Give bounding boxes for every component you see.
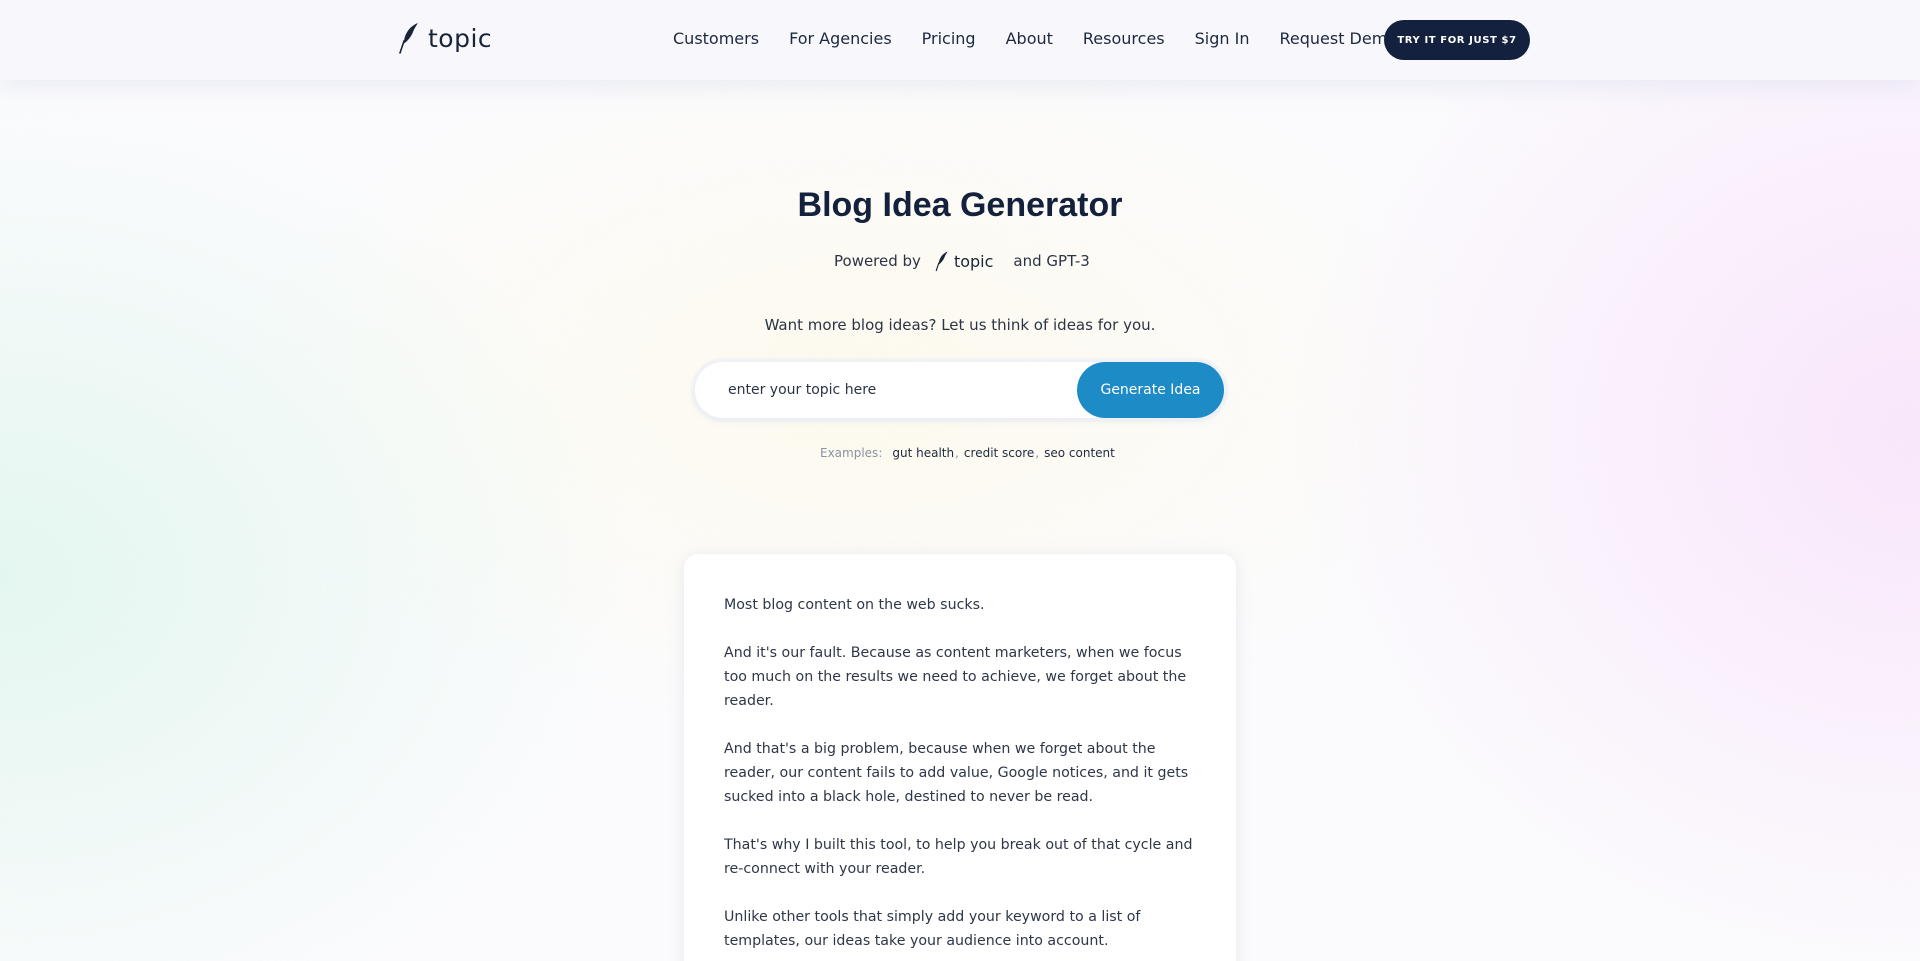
topic-logo[interactable]: topic xyxy=(398,22,492,54)
nav-about[interactable]: About xyxy=(1006,29,1053,48)
nav-customers[interactable]: Customers xyxy=(673,29,759,48)
example-seo-content[interactable]: seo content xyxy=(1044,446,1115,460)
powered-by-line: Powered by topic and GPT-3 xyxy=(834,250,1090,272)
examples-row: Examples: gut health, credit score, seo … xyxy=(820,446,1115,460)
nav-resources[interactable]: Resources xyxy=(1083,29,1165,48)
intro-paragraph: That's why I built this tool, to help yo… xyxy=(724,837,1193,877)
page-title: Blog Idea Generator xyxy=(797,186,1123,224)
top-navbar: topic Customers For Agencies Pricing Abo… xyxy=(0,0,1920,80)
generate-idea-button[interactable]: Generate Idea xyxy=(1077,362,1224,418)
powered-by-suffix: and GPT-3 xyxy=(1013,252,1090,270)
topic-input[interactable] xyxy=(695,362,1075,418)
feather-quill-icon xyxy=(399,23,418,54)
example-separator: , xyxy=(1035,446,1040,460)
powered-topic-logo: topic xyxy=(935,250,993,272)
examples-label: Examples: xyxy=(820,446,883,460)
intro-paragraph: Most blog content on the web sucks. xyxy=(724,597,985,613)
example-credit-score[interactable]: credit score xyxy=(964,446,1034,460)
topic-search-bar: Generate Idea xyxy=(695,362,1224,418)
intro-paragraph: And it's our fault. Because as content m… xyxy=(724,645,1187,709)
try-it-button[interactable]: TRY IT FOR JUST $7 xyxy=(1384,20,1530,60)
nav-pricing[interactable]: Pricing xyxy=(922,29,976,48)
example-gut-health[interactable]: gut health xyxy=(892,446,954,460)
nav-sign-in[interactable]: Sign In xyxy=(1195,29,1250,48)
intro-paragraph: And that's a big problem, because when w… xyxy=(724,741,1189,805)
nav-request-demo[interactable]: Request Demo xyxy=(1279,29,1397,48)
intro-paragraph: Unlike other tools that simply add your … xyxy=(724,909,1141,949)
logo-text: topic xyxy=(428,23,493,53)
feather-quill-icon xyxy=(935,251,948,272)
main-menu: Customers For Agencies Pricing About Res… xyxy=(673,29,1427,48)
hero-subtitle: Want more blog ideas? Let us think of id… xyxy=(764,316,1156,334)
powered-logo-text: topic xyxy=(953,251,994,271)
example-separator: , xyxy=(955,446,959,460)
powered-by-label: Powered by xyxy=(834,252,921,270)
nav-for-agencies[interactable]: For Agencies xyxy=(789,29,892,48)
intro-card: Most blog content on the web sucks. And … xyxy=(684,554,1236,961)
